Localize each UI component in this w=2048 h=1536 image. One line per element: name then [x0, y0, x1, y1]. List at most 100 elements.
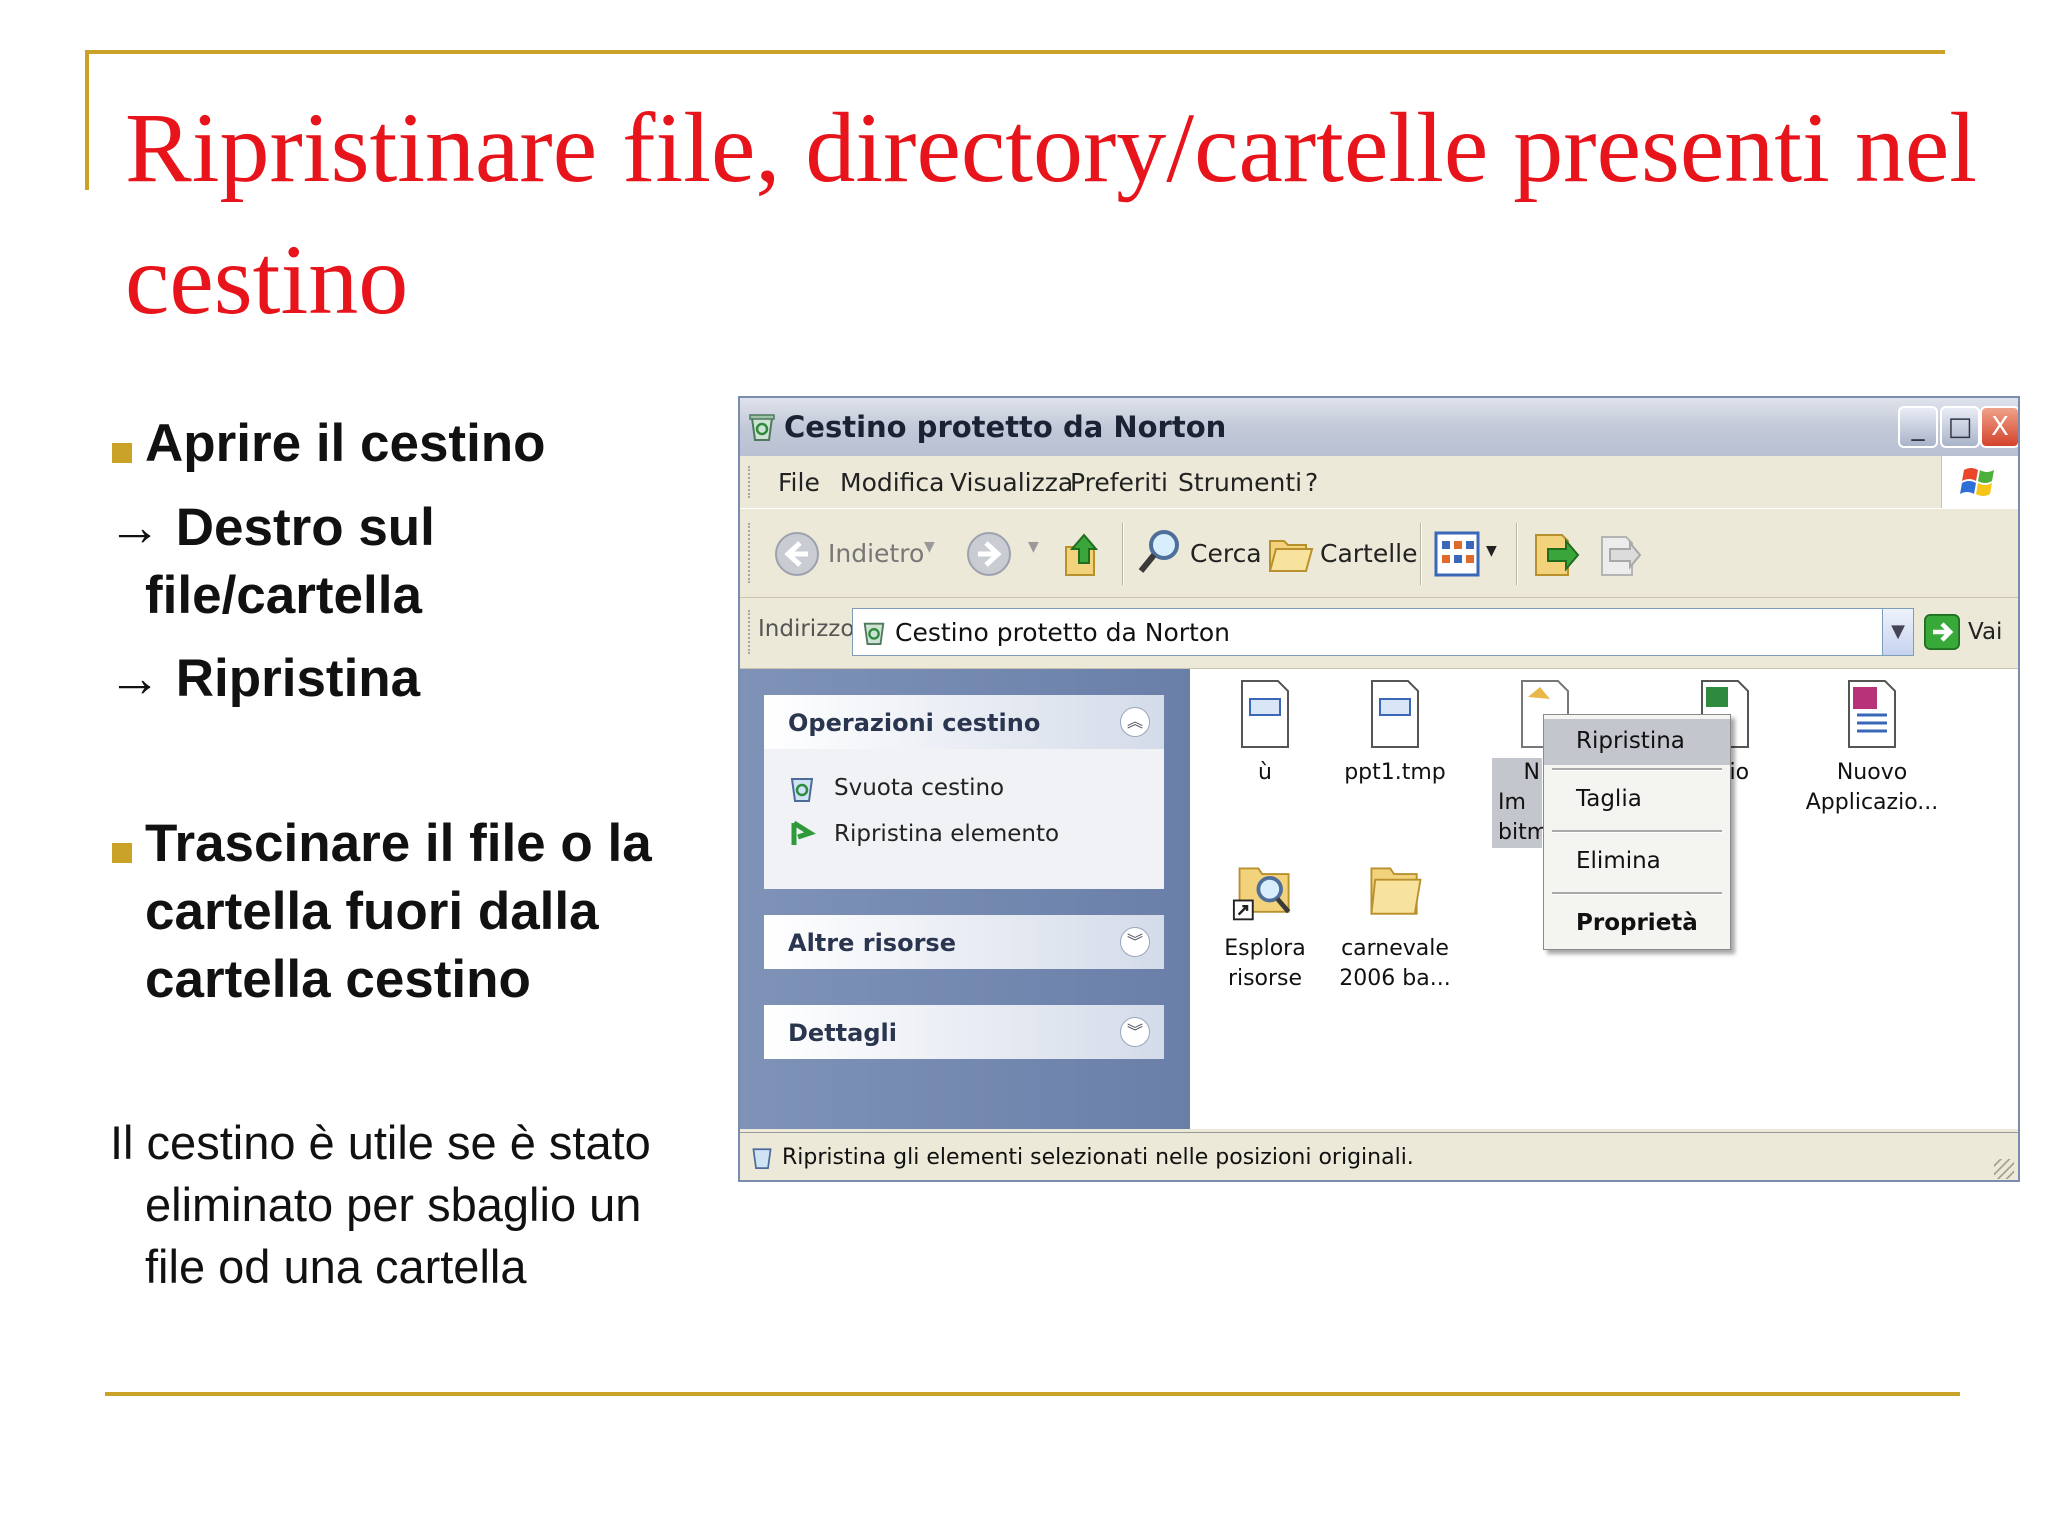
window-title: Cestino protetto da Norton — [784, 410, 1227, 444]
restore-arrow-icon — [791, 820, 816, 845]
file-name: ù — [1258, 760, 1272, 785]
task-pane: Operazioni cestino ︽ Svuota cestino Ripr… — [740, 669, 1190, 1129]
note-line: eliminato per sbaglio un — [145, 1178, 642, 1231]
views-icon — [1434, 531, 1480, 577]
address-dropdown-button[interactable]: ▼ — [1882, 609, 1913, 655]
context-menu-properties[interactable]: Proprietà — [1544, 901, 1730, 947]
step-right-click-line2: file/cartella — [145, 566, 422, 625]
file-name: ppt1.tmp — [1344, 760, 1446, 785]
menu-modifica[interactable]: Modifica — [840, 468, 945, 497]
menu-grip[interactable] — [748, 466, 754, 498]
panel-header[interactable]: Dettagli ︾ — [764, 1005, 1164, 1059]
close-button[interactable]: X — [1980, 406, 2018, 448]
panel-other-places: Altre risorse ︾ — [764, 915, 1164, 969]
menu-separator — [1552, 830, 1722, 833]
menu-help[interactable]: ? — [1305, 468, 1318, 497]
arrow-icon: → — [108, 649, 161, 708]
panel-details: Dettagli ︾ — [764, 1005, 1164, 1059]
resize-grip-icon[interactable] — [1994, 1159, 2014, 1179]
chevron-down-icon: ▼ — [1486, 543, 1497, 559]
file-item[interactable]: carnevale 2006 ba... — [1330, 859, 1460, 994]
bullet-drag-line3: cartella cestino — [145, 950, 531, 1009]
task-empty-bin[interactable]: Svuota cestino — [834, 775, 1004, 801]
folders-icon — [1268, 540, 1314, 572]
file-name-line: Applicazio... — [1805, 790, 1939, 815]
menu-strumenti[interactable]: Strumenti — [1178, 468, 1302, 497]
folder-icon — [1370, 867, 1422, 915]
go-arrow-icon — [1924, 614, 1960, 650]
menu-file[interactable]: File — [778, 468, 820, 497]
toolbar-separator — [1122, 523, 1124, 585]
bullet-square-icon — [112, 443, 132, 463]
back-arrow-icon — [775, 532, 819, 576]
folders-button[interactable]: Cartelle — [1266, 527, 1418, 581]
bullet-drag-line1: Trascinare il file o la — [145, 814, 652, 873]
recycle-bin-icon — [749, 414, 775, 441]
file-name-line: carnevale — [1341, 936, 1449, 961]
search-icon — [1138, 530, 1179, 573]
step-restore-text: Ripristina — [175, 649, 421, 708]
search-button[interactable]: Cerca — [1136, 527, 1262, 581]
status-bar: Ripristina gli elementi selezionati nell… — [740, 1132, 2018, 1180]
panel-header[interactable]: Operazioni cestino ︽ — [764, 695, 1164, 749]
document-icon — [1371, 680, 1419, 748]
context-menu: Ripristina Taglia Elimina Proprietà — [1543, 714, 1731, 950]
document-icon — [1241, 680, 1289, 748]
maximize-button[interactable]: □ — [1940, 406, 1980, 448]
back-button[interactable]: Indietro ▼ — [774, 529, 944, 579]
window-titlebar[interactable]: Cestino protetto da Norton _ □ X — [740, 398, 2018, 456]
context-menu-cut[interactable]: Taglia — [1544, 777, 1730, 823]
note-line: file od una cartella — [145, 1240, 527, 1293]
address-bar: Indirizzo Cestino protetto da Norton ▼ V… — [740, 598, 2018, 669]
file-item[interactable]: Nuovo Applicazio... — [1802, 679, 1942, 818]
address-input[interactable]: Cestino protetto da Norton ▼ — [852, 608, 1914, 656]
context-menu-delete[interactable]: Elimina — [1544, 839, 1730, 885]
access-file-icon — [1848, 680, 1896, 748]
note-text: Il cestino è utile se è stato eliminato … — [110, 1112, 730, 1298]
menu-separator — [1552, 768, 1722, 771]
explorer-window: Cestino protetto da Norton _ □ X File Mo… — [738, 396, 2020, 1182]
address-label: Indirizzo — [758, 616, 855, 642]
step-right-click-text: Destro sul — [175, 498, 435, 557]
copy-to-icon[interactable] — [1596, 529, 1644, 579]
step-restore: → Ripristina — [108, 645, 420, 713]
file-name-line: N — [1523, 760, 1540, 785]
address-value: Cestino protetto da Norton — [895, 618, 1230, 647]
menu-preferiti[interactable]: Preferiti — [1070, 468, 1168, 497]
forward-button[interactable]: ▼ — [966, 529, 1046, 579]
file-name: Esplora risorse — [1224, 936, 1306, 991]
note-line: Il cestino è utile se è stato — [110, 1116, 651, 1169]
recycle-bin-icon — [863, 622, 885, 645]
file-item[interactable]: ppt1.tmp — [1330, 679, 1460, 788]
expand-icon[interactable]: ︾ — [1120, 1017, 1150, 1047]
views-button[interactable]: ▼ — [1434, 531, 1504, 579]
panel-header[interactable]: Altre risorse ︾ — [764, 915, 1164, 969]
go-button[interactable]: Vai — [1924, 610, 2004, 656]
menu-item-label: Elimina — [1576, 848, 1661, 874]
context-menu-restore[interactable]: Ripristina — [1544, 719, 1730, 765]
arrow-icon: → — [108, 498, 161, 557]
move-to-icon[interactable] — [1532, 529, 1580, 579]
step-right-click: → Destro sul — [108, 494, 435, 562]
menu-item-label: Proprietà — [1576, 910, 1698, 936]
file-item[interactable]: Esplora risorse — [1190, 859, 1340, 994]
folder-up-icon[interactable] — [1062, 529, 1106, 579]
forward-arrow-icon — [967, 532, 1011, 576]
search-label: Cerca — [1190, 539, 1262, 568]
chevron-down-icon: ▼ — [924, 539, 935, 555]
status-text: Ripristina gli elementi selezionati nell… — [782, 1145, 1414, 1170]
minimize-button[interactable]: _ — [1898, 406, 1938, 448]
bullet-square-icon — [112, 843, 132, 863]
file-item[interactable]: ù — [1200, 679, 1330, 788]
toolbar-grip[interactable] — [748, 523, 754, 583]
left-rule — [85, 50, 89, 190]
task-restore-item[interactable]: Ripristina elemento — [834, 821, 1059, 847]
collapse-icon[interactable]: ︽ — [1120, 707, 1150, 737]
address-grip[interactable] — [748, 610, 754, 654]
empty-bin-icon — [790, 778, 814, 802]
panel-title: Dettagli — [788, 1019, 897, 1047]
expand-icon[interactable]: ︾ — [1120, 927, 1150, 957]
menu-bar: File Modifica Visualizza Preferiti Strum… — [740, 456, 2018, 509]
menu-visualizza[interactable]: Visualizza — [950, 468, 1073, 497]
panel-title: Altre risorse — [788, 929, 956, 957]
